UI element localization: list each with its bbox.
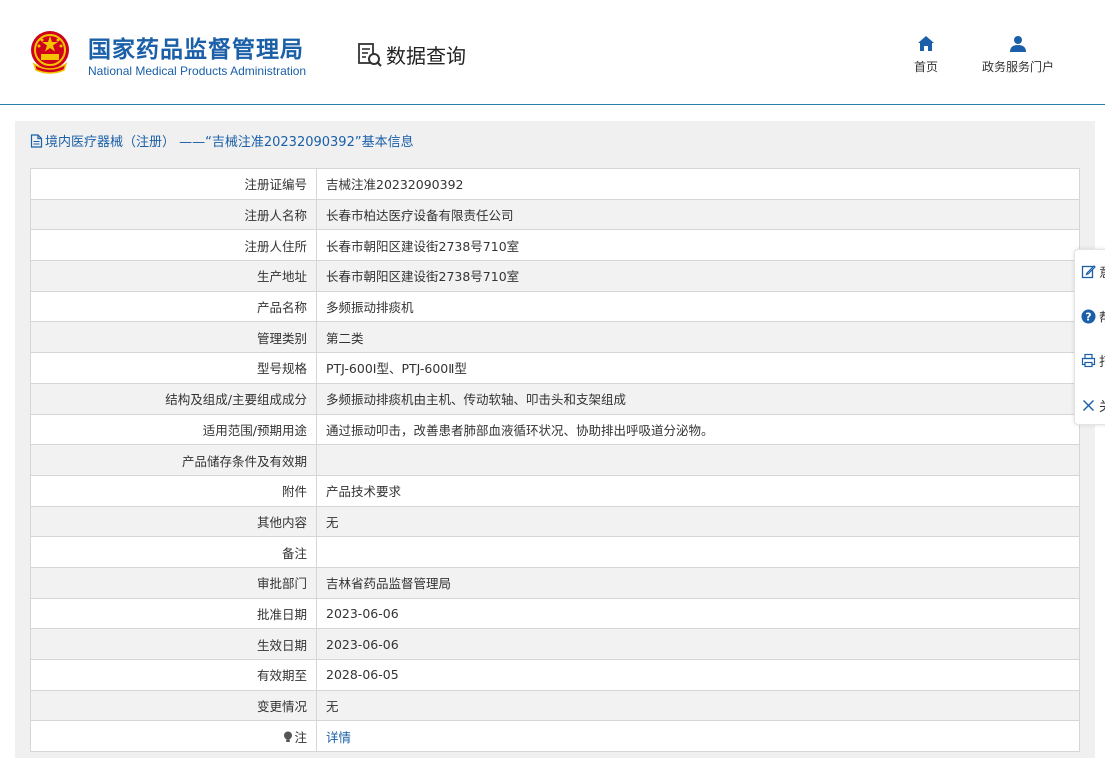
site-header: 国家药品监督管理局 National Medical Products Admi…	[0, 0, 1105, 105]
field-label: 产品名称	[30, 290, 317, 323]
note-value-cell: 详情	[316, 720, 1080, 753]
table-row: 批准日期 2023-06-06	[30, 597, 1080, 630]
field-label: 生产地址	[30, 260, 317, 292]
field-label: 管理类别	[30, 321, 317, 354]
note-label: 注	[294, 729, 307, 745]
field-value: 长春市柏达医疗设备有限责任公司	[316, 198, 1080, 231]
data-query-heading[interactable]: 数据查询	[356, 40, 466, 69]
data-query-label: 数据查询	[386, 44, 466, 68]
user-icon	[1010, 36, 1026, 52]
details-link[interactable]: 详情	[326, 730, 351, 745]
field-value: 无	[316, 689, 1080, 722]
national-emblem-icon	[31, 31, 69, 74]
field-value	[316, 444, 1080, 476]
field-value	[316, 536, 1080, 568]
field-value: 长春市朝阳区建设街2738号710室	[316, 260, 1080, 292]
table-row: 管理类别 第二类	[30, 321, 1080, 354]
table-row: 备注	[30, 536, 1080, 568]
field-label: 有效期至	[30, 659, 317, 691]
brand-name-cn: 国家药品监督管理局	[88, 37, 304, 63]
help-label: 帮	[1099, 307, 1105, 326]
table-row: 审批部门 吉林省药品监督管理局	[30, 566, 1080, 599]
field-value: 无	[316, 505, 1080, 538]
close-button[interactable]: 关	[1081, 396, 1105, 415]
field-value: 通过振动叩击，改善患者肺部血液循环状况、协助排出呼吸道分泌物。	[316, 413, 1080, 446]
field-value: 产品技术要求	[316, 474, 1080, 507]
field-label: 结构及组成/主要组成成分	[30, 382, 317, 415]
info-table: 注册证编号 吉械注准20232090392 注册人名称 长春市柏达医疗设备有限责任公司…	[30, 168, 1080, 753]
table-row: 生效日期 2023-06-06	[30, 628, 1080, 660]
field-label: 产品储存条件及有效期	[30, 444, 317, 476]
field-value: 2028-06-05	[316, 659, 1080, 691]
table-row: 产品名称 多频振动排痰机	[30, 290, 1080, 323]
field-value: 多频振动排痰机由主机、传动软轴、叩击头和支架组成	[316, 382, 1080, 415]
table-row: 有效期至 2028-06-05	[30, 659, 1080, 691]
table-row: 生产地址 长春市朝阳区建设街2738号710室	[30, 260, 1080, 292]
table-row: 结构及组成/主要组成成分 多频振动排痰机由主机、传动软轴、叩击头和支架组成	[30, 382, 1080, 415]
feedback-button[interactable]: 意	[1081, 262, 1105, 281]
document-icon	[30, 133, 43, 148]
table-row: 变更情况无	[30, 689, 1080, 722]
table-row: 其他内容无	[30, 505, 1080, 538]
table-row: 注册证编号 吉械注准20232090392	[30, 168, 1080, 200]
field-value: PTJ-600Ⅰ型、PTJ-600Ⅱ型	[316, 352, 1080, 384]
field-value: 吉械注准20232090392	[316, 168, 1080, 200]
table-row: 注册人住所 长春市朝阳区建设街2738号710室	[30, 229, 1080, 262]
nav-portal-button[interactable]: 政务服务门户	[982, 34, 1054, 75]
brand-name-en: National Medical Products Administration	[88, 64, 307, 78]
help-icon: ?	[1081, 309, 1096, 324]
field-value: 2023-06-06	[316, 628, 1080, 660]
field-label: 适用范围/预期用途	[30, 413, 317, 446]
field-value: 2023-06-06	[316, 597, 1080, 630]
field-label: 生效日期	[30, 628, 317, 660]
print-button[interactable]: 打	[1081, 351, 1105, 370]
field-label: 变更情况	[30, 689, 317, 722]
detail-panel: 境内医疗器械（注册） ——“吉械注准20232090392”基本信息 注册证编号…	[15, 121, 1095, 758]
side-toolbar: 意 ? 帮 打 关	[1074, 249, 1105, 425]
feedback-label: 意	[1099, 262, 1105, 281]
help-button[interactable]: ? 帮	[1081, 307, 1105, 326]
note-label-cell: 注	[30, 720, 317, 753]
table-row: 型号规格 PTJ-600Ⅰ型、PTJ-600Ⅱ型	[30, 352, 1080, 384]
nav-home-button[interactable]: 首页	[914, 34, 938, 75]
header-divider	[0, 104, 1105, 105]
field-label: 附件	[30, 474, 317, 507]
table-row: 适用范围/预期用途 通过振动叩击，改善患者肺部血液循环状况、协助排出呼吸道分泌物。	[30, 413, 1080, 446]
table-row: 注册人名称 长春市柏达医疗设备有限责任公司	[30, 198, 1080, 231]
table-row: 附件 产品技术要求	[30, 474, 1080, 507]
print-icon	[1081, 353, 1096, 368]
field-label: 审批部门	[30, 566, 317, 599]
field-label: 注册证编号	[30, 168, 317, 200]
field-label: 备注	[30, 536, 317, 568]
field-value: 长春市朝阳区建设街2738号710室	[316, 229, 1080, 262]
nav-home-label: 首页	[914, 60, 939, 74]
field-value: 第二类	[316, 321, 1080, 354]
edit-icon	[1081, 265, 1096, 279]
lightbulb-icon	[284, 731, 293, 742]
table-row-note: 注 详情	[30, 720, 1080, 753]
table-row: 产品储存条件及有效期	[30, 444, 1080, 476]
svg-text:?: ?	[1085, 311, 1091, 324]
home-icon	[918, 36, 934, 51]
field-value: 吉林省药品监督管理局	[316, 566, 1080, 599]
field-label: 其他内容	[30, 505, 317, 538]
panel-title-text: 境内医疗器械（注册） ——“吉械注准20232090392”基本信息	[45, 135, 414, 150]
field-label: 注册人名称	[30, 198, 317, 231]
field-label: 型号规格	[30, 352, 317, 384]
field-label: 注册人住所	[30, 229, 317, 262]
close-icon	[1083, 400, 1094, 411]
document-search-icon	[358, 42, 382, 67]
panel-title: 境内医疗器械（注册） ——“吉械注准20232090392”基本信息	[30, 131, 414, 150]
close-label: 关	[1099, 396, 1105, 415]
field-value: 多频振动排痰机	[316, 290, 1080, 323]
field-label: 批准日期	[30, 597, 317, 630]
nav-portal-label: 政务服务门户	[982, 60, 1055, 74]
print-label: 打	[1099, 351, 1105, 370]
